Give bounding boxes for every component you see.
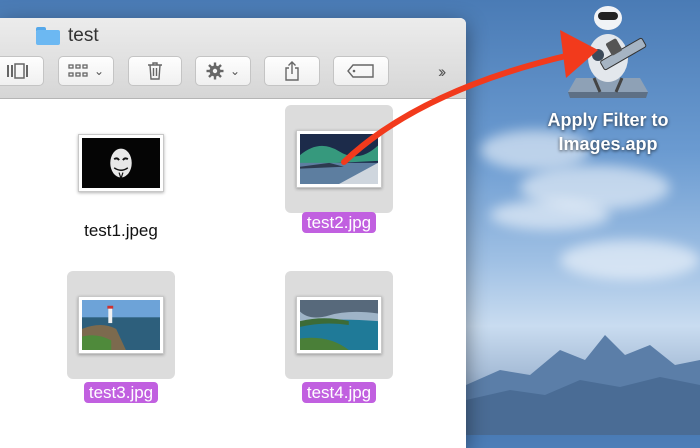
titlebar: test ⌄ ⌄ ›› <box>0 18 466 99</box>
finder-window: test ⌄ ⌄ ›› test1.jpeg test2.jpg test3.j… <box>0 18 466 448</box>
cover-flow-icon <box>7 63 28 79</box>
tag-button[interactable] <box>333 56 389 86</box>
app-name: Apply Filter to Images.app <box>547 110 669 154</box>
automator-robot-icon <box>568 6 648 98</box>
file-name: test2.jpg <box>285 212 393 233</box>
window-title-text: test <box>68 25 99 46</box>
toolbar-overflow-icon[interactable]: ›› <box>438 62 447 82</box>
trash-icon <box>148 62 162 80</box>
group-by-button[interactable]: ⌄ <box>58 56 114 86</box>
lake-image <box>300 300 378 350</box>
file-name: test1.jpeg <box>84 221 158 240</box>
chevron-down-icon: ⌄ <box>93 64 105 78</box>
file-name: test3.jpg <box>67 382 175 403</box>
gear-icon <box>206 62 224 80</box>
automator-app-icon[interactable]: Apply Filter to Images.app <box>528 0 688 160</box>
aurora-image <box>300 134 378 184</box>
grid-icon <box>68 64 88 77</box>
file-name: test4.jpg <box>285 382 393 403</box>
share-button[interactable] <box>264 56 320 86</box>
window-title: test <box>36 25 99 47</box>
action-button[interactable]: ⌄ <box>195 56 251 86</box>
chevron-down-icon: ⌄ <box>229 64 241 78</box>
file-thumbnail <box>78 296 164 354</box>
folder-icon <box>36 27 60 45</box>
lighthouse-image <box>82 300 160 350</box>
file-thumbnail <box>296 130 382 188</box>
tag-icon <box>347 64 374 78</box>
share-icon <box>285 61 299 81</box>
file-icon-grid: test1.jpeg test2.jpg test3.jpg test4.jpg <box>0 99 466 448</box>
mask-image <box>82 138 160 188</box>
file-thumbnail <box>296 296 382 354</box>
file-thumbnail <box>78 134 164 192</box>
toolbar: ⌄ ⌄ ›› <box>0 56 466 88</box>
view-columns-button[interactable] <box>0 56 44 86</box>
trash-button[interactable] <box>128 56 182 86</box>
